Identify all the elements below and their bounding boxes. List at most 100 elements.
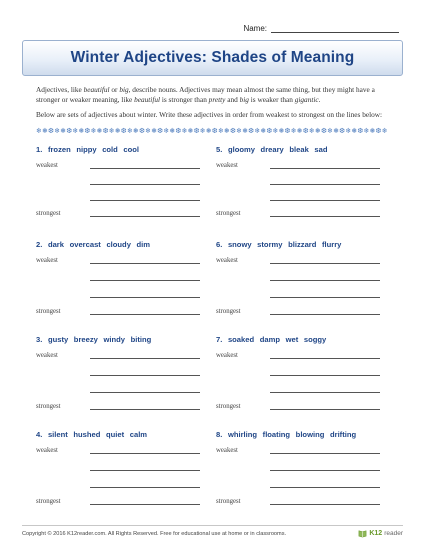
strongest-label: strongest (216, 498, 241, 505)
copyright-text: Copyright © 2016 K12reader.com. All Righ… (22, 530, 287, 537)
answer-line[interactable] (90, 358, 200, 359)
intro-text: . (318, 95, 321, 104)
name-line[interactable] (271, 24, 399, 33)
snowflake-divider-icon: ❄❅❆❄❅❆❄❅❆❄❅❆❄❅❆❄❅❆❄❅❆❄❅❆❄❅❆❄❅❆❄❅❆❄❅❆❄❅❆❄… (36, 127, 388, 135)
question-7: 7. soaked damp wet soggy weakest stronge… (216, 335, 388, 415)
answer-line[interactable] (90, 504, 200, 505)
intro-example: beautiful (83, 85, 110, 94)
intro-text: Adjectives, like (36, 85, 84, 94)
answer-line[interactable] (90, 216, 200, 217)
answer-line[interactable] (270, 314, 380, 315)
strongest-label: strongest (36, 308, 61, 315)
answer-line[interactable] (270, 184, 380, 185)
answer-row (36, 383, 208, 394)
page-title: Winter Adjectives: Shades of Meaning (70, 49, 355, 66)
intro-example: beautiful (134, 95, 161, 104)
answer-line[interactable] (90, 375, 200, 376)
answer-line[interactable] (270, 504, 380, 505)
answer-line[interactable] (90, 470, 200, 471)
answer-row (216, 191, 388, 202)
intro-example: big (239, 95, 249, 104)
answer-line[interactable] (270, 200, 380, 201)
footer: Copyright © 2016 K12reader.com. All Righ… (22, 525, 403, 538)
answer-line[interactable] (90, 314, 200, 315)
answer-row (36, 175, 208, 186)
logo-k12: K12 (369, 530, 383, 537)
question-5: 5. gloomy dreary bleak sad weakest stron… (216, 145, 388, 225)
question-title: 7. soaked damp wet soggy (216, 335, 327, 344)
question-title: 4. silent hushed quiet calm (36, 430, 148, 439)
question-title: 6. snowy stormy blizzard flurry (216, 240, 342, 249)
answer-line[interactable] (90, 263, 200, 264)
intro-text: and (225, 95, 240, 104)
name-field-row: Name: (243, 24, 399, 33)
answer-line[interactable] (90, 280, 200, 281)
answer-row (216, 175, 388, 186)
instructions: Adjectives, like beautiful or big, descr… (36, 85, 388, 120)
answer-row (216, 271, 388, 282)
answer-row-weakest: weakest (36, 349, 208, 360)
answer-row-weakest: weakest (216, 159, 388, 170)
strongest-label: strongest (216, 403, 241, 410)
answer-line[interactable] (270, 297, 380, 298)
answer-line[interactable] (90, 409, 200, 410)
answer-line[interactable] (270, 487, 380, 488)
answer-line[interactable] (270, 216, 380, 217)
weakest-label: weakest (216, 162, 238, 169)
answer-row (36, 288, 208, 299)
question-title: 3. gusty breezy windy biting (36, 335, 152, 344)
question-1: 1. frozen nippy cold cool weakest strong… (36, 145, 208, 225)
answer-row-strongest: strongest (216, 207, 388, 218)
answer-line[interactable] (270, 280, 380, 281)
answer-row (36, 191, 208, 202)
question-title: 5. gloomy dreary bleak sad (216, 145, 328, 154)
strongest-label: strongest (36, 210, 61, 217)
answer-row-strongest: strongest (216, 400, 388, 411)
logo-reader: reader (384, 530, 403, 537)
title-banner: Winter Adjectives: Shades of Meaning (22, 40, 403, 76)
answer-line[interactable] (90, 168, 200, 169)
question-title: 8. whirling floating blowing drifting (216, 430, 357, 439)
answer-row-weakest: weakest (216, 349, 388, 360)
question-title: 1. frozen nippy cold cool (36, 145, 140, 154)
answer-line[interactable] (90, 392, 200, 393)
answer-line[interactable] (90, 297, 200, 298)
intro-example: pretty (208, 95, 226, 104)
answer-line[interactable] (90, 453, 200, 454)
strongest-label: strongest (216, 308, 241, 315)
answer-row (216, 383, 388, 394)
answer-line[interactable] (270, 409, 380, 410)
answer-line[interactable] (270, 453, 380, 454)
answer-line[interactable] (270, 392, 380, 393)
answer-row (36, 366, 208, 377)
answer-row-weakest: weakest (36, 444, 208, 455)
answer-row (36, 478, 208, 489)
answer-line[interactable] (90, 487, 200, 488)
question-6: 6. snowy stormy blizzard flurry weakest … (216, 240, 388, 320)
intro-text: is stronger than (160, 95, 209, 104)
intro-paragraph-2: Below are sets of adjectives about winte… (36, 110, 383, 119)
intro-text: is weaker than (248, 95, 295, 104)
answer-row-strongest: strongest (216, 495, 388, 506)
question-8: 8. whirling floating blowing drifting we… (216, 430, 388, 510)
answer-row (36, 271, 208, 282)
answer-line[interactable] (270, 263, 380, 264)
book-icon (358, 530, 367, 538)
weakest-label: weakest (36, 447, 58, 454)
answer-row (36, 461, 208, 472)
weakest-label: weakest (36, 162, 58, 169)
answer-line[interactable] (270, 358, 380, 359)
weakest-label: weakest (216, 447, 238, 454)
strongest-label: strongest (216, 210, 241, 217)
answer-line[interactable] (270, 470, 380, 471)
answer-line[interactable] (90, 184, 200, 185)
question-2: 2. dark overcast cloudy dim weakest stro… (36, 240, 208, 320)
intro-example: big (119, 85, 129, 94)
strongest-label: strongest (36, 498, 61, 505)
answer-row-strongest: strongest (36, 400, 208, 411)
strongest-label: strongest (36, 403, 61, 410)
answer-line[interactable] (270, 375, 380, 376)
answer-line[interactable] (270, 168, 380, 169)
answer-row-weakest: weakest (36, 159, 208, 170)
answer-line[interactable] (90, 200, 200, 201)
